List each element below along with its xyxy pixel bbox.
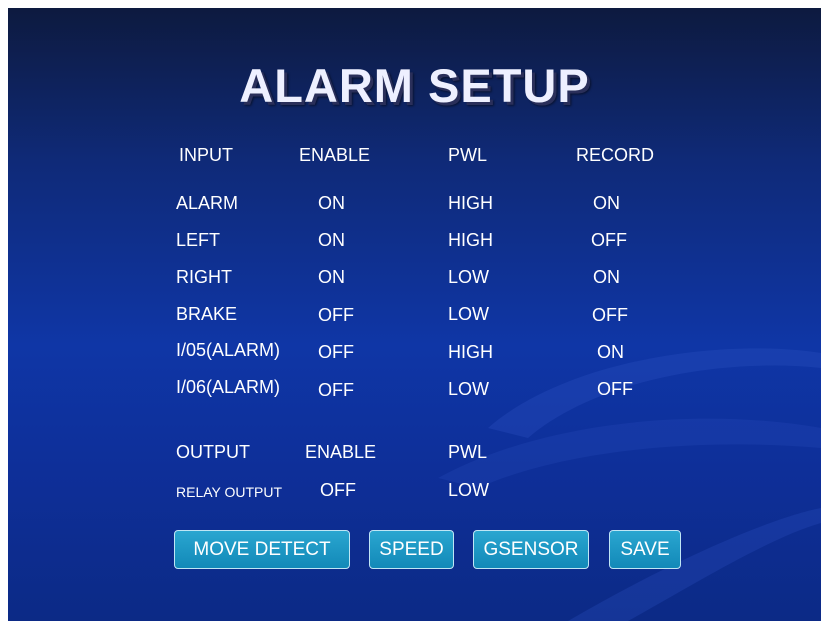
header-output-enable: ENABLE [305, 442, 377, 462]
input-name: RIGHT [176, 267, 232, 287]
input-name: I/06(ALARM) [176, 377, 281, 397]
page-title: ALARM SETUP [239, 59, 590, 112]
pwl-value[interactable]: LOW [448, 304, 489, 324]
enable-value[interactable]: OFF [318, 380, 354, 400]
header-output-pwl: PWL [448, 442, 488, 462]
pwl-value[interactable]: LOW [448, 379, 489, 399]
enable-value[interactable]: ON [318, 230, 345, 250]
header-enable: ENABLE [299, 145, 371, 165]
speed-button[interactable]: SPEED [369, 530, 454, 569]
input-name: ALARM [176, 193, 239, 213]
output-pwl-value[interactable]: LOW [448, 480, 489, 500]
record-value[interactable]: ON [593, 267, 620, 287]
alarm-setup-screen: ALARM SETUP INPUT ENABLE PWL RECORD ALAR… [8, 8, 821, 621]
enable-value[interactable]: OFF [318, 305, 354, 325]
input-name: BRAKE [176, 304, 238, 324]
record-value[interactable]: ON [597, 342, 624, 362]
pwl-value[interactable]: HIGH [448, 193, 493, 213]
input-name: I/05(ALARM) [176, 340, 281, 360]
record-value[interactable]: ON [593, 193, 620, 213]
input-name: LEFT [176, 230, 221, 250]
enable-value[interactable]: OFF [318, 342, 354, 362]
save-button[interactable]: SAVE [609, 530, 681, 569]
gsensor-button[interactable]: GSENSOR [473, 530, 589, 569]
record-value[interactable]: OFF [591, 230, 627, 250]
enable-value[interactable]: ON [318, 193, 345, 213]
record-value[interactable]: OFF [597, 379, 633, 399]
output-name: RELAY OUTPUT [176, 484, 283, 500]
record-value[interactable]: OFF [592, 305, 628, 325]
header-record: RECORD [576, 145, 655, 165]
enable-value[interactable]: ON [318, 267, 345, 287]
output-enable-value[interactable]: OFF [320, 480, 356, 500]
pwl-value[interactable]: HIGH [448, 342, 493, 362]
header-output: OUTPUT [176, 442, 250, 462]
move-detect-button[interactable]: MOVE DETECT [174, 530, 350, 569]
header-input: INPUT [179, 145, 233, 165]
header-pwl: PWL [448, 145, 488, 165]
pwl-value[interactable]: LOW [448, 267, 489, 287]
pwl-value[interactable]: HIGH [448, 230, 493, 250]
